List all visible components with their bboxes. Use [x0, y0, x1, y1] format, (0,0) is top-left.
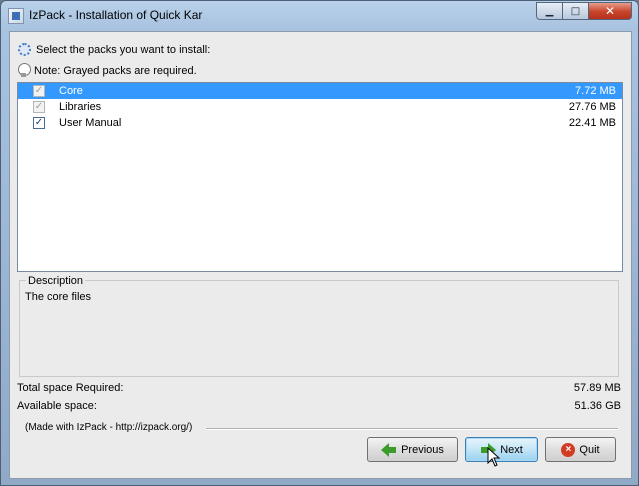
packs-list[interactable]: ✓ Core 7.72 MB ✓ Libraries 27.76 MB ✓ Us…: [17, 82, 623, 272]
quit-button[interactable]: × Quit: [545, 437, 616, 462]
space-required-label: Total space Required:: [17, 382, 124, 394]
previous-button-label: Previous: [401, 443, 444, 456]
close-button[interactable]: ✕: [588, 2, 632, 20]
select-hint-text: Select the packs you want to install:: [36, 43, 211, 56]
pack-name: User Manual: [59, 117, 122, 129]
space-available-row: Available space: 51.36 GB: [17, 400, 621, 412]
previous-button[interactable]: Previous: [367, 437, 458, 462]
window-controls: ▁ □ ✕: [536, 2, 632, 20]
separator: [206, 428, 618, 430]
pack-checkbox-libraries[interactable]: ✓: [33, 101, 45, 113]
installer-window: IzPack - Installation of Quick Kar ▁ □ ✕…: [0, 0, 639, 486]
space-required-value: 57.89 MB: [573, 382, 621, 394]
note-hint: Note: Grayed packs are required.: [18, 63, 197, 78]
pack-checkbox-user-manual[interactable]: ✓: [33, 117, 45, 129]
pack-row-libraries[interactable]: ✓ Libraries 27.76 MB: [18, 99, 622, 115]
quit-button-label: Quit: [579, 443, 600, 456]
maximize-button[interactable]: □: [562, 2, 589, 20]
title-bar[interactable]: IzPack - Installation of Quick Kar ▁ □ ✕: [1, 1, 638, 31]
space-available-value: 51.36 GB: [574, 400, 621, 412]
pack-checkbox-core[interactable]: ✓: [33, 85, 45, 97]
app-icon[interactable]: [8, 8, 24, 24]
pack-name: Libraries: [59, 101, 102, 113]
pack-row-user-manual[interactable]: ✓ User Manual 22.41 MB: [18, 115, 622, 131]
quit-icon: ×: [561, 442, 576, 457]
space-available-label: Available space:: [17, 400, 97, 412]
pack-row-core[interactable]: ✓ Core 7.72 MB: [18, 83, 622, 99]
made-with-label: (Made with IzPack - http://izpack.org/): [25, 422, 193, 433]
pack-name: Core: [59, 85, 83, 97]
description-legend: Description: [26, 275, 86, 287]
pack-size: 27.76 MB: [568, 101, 616, 113]
pack-size: 22.41 MB: [568, 117, 616, 129]
description-text: The core files: [25, 291, 92, 303]
arrow-left-icon: [381, 442, 397, 457]
window-title: IzPack - Installation of Quick Kar: [29, 8, 203, 22]
select-hint: Select the packs you want to install:: [18, 43, 210, 56]
description-box: Description The core files: [19, 275, 619, 377]
next-button-label: Next: [500, 443, 523, 456]
space-required-row: Total space Required: 57.89 MB: [17, 382, 621, 394]
bulb-icon: [18, 63, 31, 78]
pack-size: 7.72 MB: [575, 85, 616, 97]
gear-icon: [18, 43, 31, 56]
installer-panel: Select the packs you want to install: No…: [9, 31, 632, 479]
note-hint-text: Note: Grayed packs are required.: [34, 64, 197, 77]
cursor-icon: [487, 447, 501, 467]
minimize-button[interactable]: ▁: [536, 2, 563, 20]
next-button[interactable]: Next: [465, 437, 538, 462]
